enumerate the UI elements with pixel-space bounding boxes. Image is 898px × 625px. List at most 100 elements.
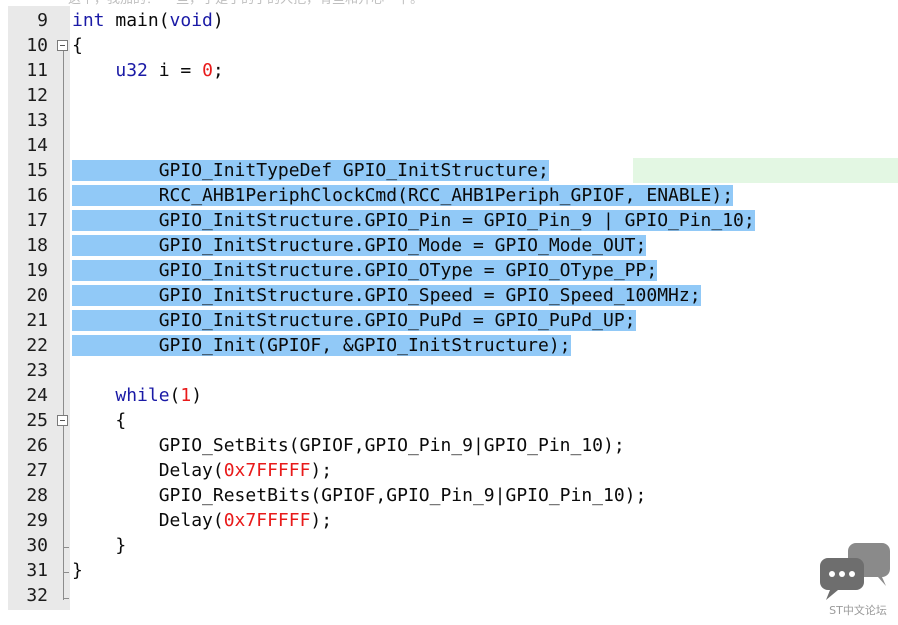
cropped-top-text: 这个，我加的？ 一些，于是乎的了的人把，有些和开心一下。	[0, 0, 898, 6]
code-token: ;	[212, 60, 224, 81]
code-token: )	[212, 10, 224, 31]
code-token: GPIO_ResetBits(GPIOF,GPIO_Pin_9|GPIO_Pin…	[72, 485, 647, 506]
line-number: 13	[26, 110, 48, 131]
code-line[interactable]: 25 {	[0, 408, 898, 433]
code-token: (	[169, 385, 181, 406]
number-token: 0	[202, 60, 213, 81]
line-number: 28	[26, 485, 48, 506]
line-number: 25	[26, 410, 48, 431]
code-line[interactable]: 19 GPIO_InitStructure.GPIO_OType = GPIO_…	[0, 258, 898, 283]
code-text: u32 i = 0;	[72, 58, 224, 83]
code-token: GPIO_InitTypeDef GPIO_InitStructure;	[72, 160, 549, 181]
fold-end-marker	[63, 598, 69, 599]
code-text: GPIO_InitStructure.GPIO_Mode = GPIO_Mode…	[72, 233, 647, 258]
code-line[interactable]: 9 int main(void)	[0, 8, 898, 33]
code-line[interactable]: 21 GPIO_InitStructure.GPIO_PuPd = GPIO_P…	[0, 308, 898, 333]
code-line[interactable]: 32	[0, 583, 898, 608]
code-token: main(	[104, 10, 170, 31]
number-token: 0x7FFFFF	[223, 510, 311, 531]
code-token: GPIO_InitStructure.GPIO_Pin = GPIO_Pin_9…	[72, 210, 755, 231]
code-line[interactable]: 16 RCC_AHB1PeriphClockCmd(RCC_AHB1Periph…	[0, 183, 898, 208]
line-number: 21	[26, 310, 48, 331]
chat-bubbles-icon	[820, 543, 890, 600]
code-token: {	[72, 35, 83, 56]
code-line[interactable]: 20 GPIO_InitStructure.GPIO_Speed = GPIO_…	[0, 283, 898, 308]
code-token: );	[310, 510, 333, 531]
code-text: GPIO_ResetBits(GPIOF,GPIO_Pin_9|GPIO_Pin…	[72, 483, 647, 508]
code-text: RCC_AHB1PeriphClockCmd(RCC_AHB1Periph_GP…	[72, 183, 734, 208]
line-number: 29	[26, 510, 48, 531]
line-number: 26	[26, 435, 48, 456]
line-number: 30	[26, 535, 48, 556]
code-text: {	[72, 408, 126, 433]
code-text: GPIO_InitTypeDef GPIO_InitStructure;	[72, 158, 549, 183]
code-token: {	[72, 410, 127, 431]
code-line[interactable]: 15 GPIO_InitTypeDef GPIO_InitStructure;	[0, 158, 898, 183]
code-text: GPIO_SetBits(GPIOF,GPIO_Pin_9|GPIO_Pin_1…	[72, 433, 625, 458]
code-token: GPIO_InitStructure.GPIO_PuPd = GPIO_PuPd…	[72, 310, 636, 331]
fold-end-marker	[63, 547, 69, 548]
code-token: }	[72, 535, 127, 556]
code-text: }	[72, 533, 126, 558]
line-number: 10	[26, 35, 48, 56]
line-number: 20	[26, 285, 48, 306]
code-token: Delay(	[72, 510, 224, 531]
line-number: 17	[26, 210, 48, 231]
code-line[interactable]: 27 Delay(0x7FFFFF);	[0, 458, 898, 483]
line-number: 14	[26, 135, 48, 156]
keyword-token: int	[72, 10, 105, 31]
line-number: 27	[26, 460, 48, 481]
fold-end-marker	[63, 572, 69, 573]
code-token: Delay(	[72, 460, 224, 481]
code-line[interactable]: 11 u32 i = 0;	[0, 58, 898, 83]
code-token: GPIO_InitStructure.GPIO_Speed = GPIO_Spe…	[72, 285, 701, 306]
code-line[interactable]: 30 }	[0, 533, 898, 558]
code-line[interactable]: 17 GPIO_InitStructure.GPIO_Pin = GPIO_Pi…	[0, 208, 898, 233]
code-line[interactable]: 10 {	[0, 33, 898, 58]
code-token: );	[310, 460, 333, 481]
code-line[interactable]: 31}	[0, 558, 898, 583]
code-line[interactable]: 14	[0, 133, 898, 158]
code-line[interactable]: 26 GPIO_SetBits(GPIOF,GPIO_Pin_9|GPIO_Pi…	[0, 433, 898, 458]
code-line[interactable]: 22 GPIO_Init(GPIOF, &GPIO_InitStructure)…	[0, 333, 898, 358]
fold-toggle-main-icon[interactable]	[57, 40, 68, 51]
forum-watermark: ST中文论坛	[820, 540, 896, 620]
code-token: GPIO_InitStructure.GPIO_OType = GPIO_OTy…	[72, 260, 658, 281]
fold-toggle-while-icon[interactable]	[57, 415, 68, 426]
code-text: Delay(0x7FFFFF);	[72, 508, 332, 533]
number-token: 1	[180, 385, 192, 406]
code-line[interactable]: 13	[0, 108, 898, 133]
code-text: GPIO_Init(GPIOF, &GPIO_InitStructure);	[72, 333, 571, 358]
code-line[interactable]: 18 GPIO_InitStructure.GPIO_Mode = GPIO_M…	[0, 233, 898, 258]
code-text: {	[72, 33, 83, 58]
code-text: }	[72, 558, 83, 583]
line-number: 24	[26, 385, 48, 406]
code-line[interactable]: 29 Delay(0x7FFFFF);	[0, 508, 898, 533]
code-line[interactable]: 28 GPIO_ResetBits(GPIOF,GPIO_Pin_9|GPIO_…	[0, 483, 898, 508]
line-number: 23	[26, 360, 48, 381]
code-token: )	[191, 385, 203, 406]
code-token: GPIO_Init(GPIOF, &GPIO_InitStructure);	[72, 335, 571, 356]
line-number: 11	[26, 60, 48, 81]
line-number: 16	[26, 185, 48, 206]
code-line[interactable]: 12	[0, 83, 898, 108]
code-text: GPIO_InitStructure.GPIO_PuPd = GPIO_PuPd…	[72, 308, 636, 333]
code-text: GPIO_InitStructure.GPIO_Pin = GPIO_Pin_9…	[72, 208, 755, 233]
code-token: GPIO_InitStructure.GPIO_Mode = GPIO_Mode…	[72, 235, 647, 256]
code-line[interactable]: 23	[0, 358, 898, 383]
line-number: 32	[26, 585, 48, 606]
code-line[interactable]: 24 while(1)	[0, 383, 898, 408]
code-text: while(1)	[72, 383, 202, 408]
code-token: RCC_AHB1PeriphClockCmd(RCC_AHB1Periph_GP…	[72, 185, 734, 206]
line-number: 12	[26, 85, 48, 106]
keyword-token: void	[169, 10, 213, 31]
line-number: 31	[26, 560, 48, 581]
code-text: Delay(0x7FFFFF);	[72, 458, 332, 483]
keyword-token: u32	[115, 60, 148, 81]
line-number: 18	[26, 235, 48, 256]
keyword-token: while	[115, 385, 170, 406]
line-number: 19	[26, 260, 48, 281]
line-number: 9	[37, 10, 48, 31]
